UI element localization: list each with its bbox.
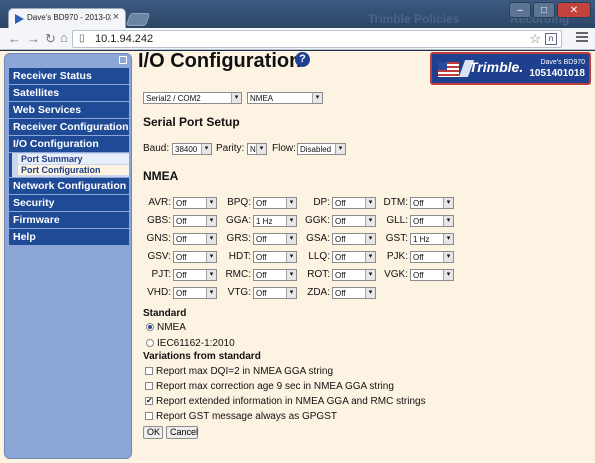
tab-title: Dave's BD970 - 2013-03-2 (27, 13, 111, 22)
variations-heading: Variations from standard (143, 351, 261, 362)
sidebar-item-help[interactable]: Help (9, 229, 129, 245)
lock-icon (119, 56, 127, 64)
nmea-label: PJT: (151, 269, 171, 280)
nmea-label: BPQ: (227, 197, 251, 208)
browser-menu-icon[interactable] (576, 32, 588, 44)
nmea-label: GST: (385, 233, 408, 244)
flow-label: Flow: (272, 143, 296, 154)
page-title: I/O Configuration (138, 50, 302, 72)
nmea-label: GRS: (226, 233, 251, 244)
parity-label: Parity: (216, 143, 245, 154)
nmea-label: GNS: (146, 233, 171, 244)
nmea-label: HDT: (228, 251, 251, 262)
nmea-label: VGK: (384, 269, 408, 280)
nmea-label: GLL: (386, 215, 408, 226)
cancel-button[interactable]: Cancel (166, 426, 198, 439)
sidebar-submenu: Port Summary Port Configuration (9, 153, 129, 177)
variation-label-gpgst: Report GST message always as GPGST (156, 411, 337, 422)
protocol-select[interactable]: NMEA (247, 92, 323, 104)
nmea-label: VTG: (227, 287, 251, 298)
minimize-button[interactable]: – (509, 2, 531, 18)
nmea-label: GGA: (225, 215, 251, 226)
baud-select[interactable]: 38400 (172, 143, 212, 155)
sidebar-item-satellites[interactable]: Satellites (9, 85, 129, 101)
receiver-logo-box: Trimble. Dave's BD970 1051401018 (430, 52, 591, 85)
nmea-label: ZDA: (307, 287, 330, 298)
flow-select[interactable]: Disabled (297, 143, 346, 155)
sidebar-subitem-port-summary[interactable]: Port Summary (18, 154, 129, 164)
nmea-rate-select[interactable]: 1 Hz (410, 233, 454, 245)
trimble-favicon-icon (15, 14, 24, 24)
device-name: Dave's BD970 (540, 59, 585, 66)
nmea-label: PJK: (386, 251, 408, 262)
browser-titlebar: Dave's BD970 - 2013-03-2 × Trimble Polic… (0, 0, 595, 29)
browser-tab[interactable]: Dave's BD970 - 2013-03-2 × (8, 8, 126, 29)
standard-label-nmea: NMEA (157, 322, 186, 333)
nmea-rate-select[interactable]: Off (332, 287, 376, 299)
baud-label: Baud: (143, 143, 170, 154)
variation-checkbox-correction-age[interactable] (145, 382, 153, 390)
variation-label-extended-info: Report extended information in NMEA GGA … (156, 396, 426, 407)
us-flag-icon (438, 62, 459, 77)
forward-arrow-icon[interactable]: → (27, 31, 40, 46)
serial-number: 1051401018 (529, 68, 585, 79)
port-select[interactable]: Serial2 / COM2 (143, 92, 242, 104)
sidebar-item-receiver-configuration[interactable]: Receiver Configuration (9, 119, 129, 135)
browser-navbar: ← → ↻ ⌂ ▯ 10.1.94.242 ☆ n (0, 28, 595, 50)
nmea-label: VHD: (147, 287, 171, 298)
home-icon[interactable]: ⌂ (60, 30, 68, 45)
variation-label-correction-age: Report max correction age 9 sec in NMEA … (156, 381, 394, 392)
standard-heading: Standard (143, 308, 187, 319)
serial-port-setup-heading: Serial Port Setup (143, 115, 240, 129)
ok-button[interactable]: OK (143, 426, 163, 439)
sidebar-item-network-configuration[interactable]: Network Configuration (9, 178, 129, 194)
sidebar-item-firmware[interactable]: Firmware (9, 212, 129, 228)
page-content: Receiver Status Satellites Web Services … (0, 50, 595, 463)
nmea-rate-select[interactable]: Off (410, 215, 454, 227)
nmea-label: AVR: (148, 197, 171, 208)
url-text[interactable]: 10.1.94.242 (95, 33, 153, 45)
nmea-label: GSV: (147, 251, 171, 262)
variation-label-dqi: Report max DQI=2 in NMEA GGA string (156, 366, 334, 377)
nmea-label: DP: (313, 197, 330, 208)
close-window-button[interactable]: ✕ (557, 2, 591, 18)
nmea-heading: NMEA (143, 169, 179, 183)
nmea-label: GGK: (304, 215, 330, 226)
standard-radio-nmea[interactable] (146, 323, 154, 331)
sidebar-item-web-services[interactable]: Web Services (9, 102, 129, 118)
page-icon: ▯ (79, 33, 85, 44)
nmea-rate-select[interactable]: Off (410, 251, 454, 263)
tab-close-icon[interactable]: × (113, 11, 119, 23)
nmea-label: LLQ: (308, 251, 330, 262)
nmea-label: GBS: (147, 215, 171, 226)
nmea-label: ROT: (307, 269, 330, 280)
maximize-button[interactable]: □ (533, 2, 555, 18)
nmea-rate-select[interactable]: Off (410, 269, 454, 281)
parity-select[interactable]: N (247, 143, 267, 155)
standard-label-iec: IEC61162-1:2010 (157, 338, 235, 349)
nmea-label: RMC: (225, 269, 251, 280)
variation-checkbox-dqi[interactable] (145, 367, 153, 375)
nmea-rate-select[interactable]: Off (410, 197, 454, 209)
bookmark-star-icon[interactable]: ☆ (529, 31, 541, 47)
address-bar[interactable]: ▯ 10.1.94.242 ☆ n (72, 30, 562, 48)
sidebar-item-io-configuration[interactable]: I/O Configuration (9, 136, 129, 152)
sidebar-item-receiver-status[interactable]: Receiver Status (9, 68, 129, 84)
variation-checkbox-extended-info[interactable] (145, 396, 153, 405)
sidebar-menu: Receiver Status Satellites Web Services … (9, 68, 129, 246)
nmea-label: DTM: (383, 197, 408, 208)
brand-name: Trimble. (469, 59, 524, 75)
standard-radio-iec[interactable] (146, 339, 154, 347)
help-icon[interactable]: ? (295, 52, 310, 67)
extension-icon[interactable]: n (545, 33, 557, 45)
background-tab-label: Trimble Policies (368, 12, 460, 26)
variation-checkbox-gpgst[interactable] (145, 412, 153, 420)
sidebar-subitem-port-configuration[interactable]: Port Configuration (18, 165, 129, 175)
back-arrow-icon[interactable]: ← (8, 31, 21, 46)
new-tab-button[interactable] (125, 13, 151, 26)
nmea-label: GSA: (306, 233, 330, 244)
sidebar-item-security[interactable]: Security (9, 195, 129, 211)
sidebar: Receiver Status Satellites Web Services … (4, 53, 132, 459)
reload-icon[interactable]: ↻ (45, 31, 56, 47)
